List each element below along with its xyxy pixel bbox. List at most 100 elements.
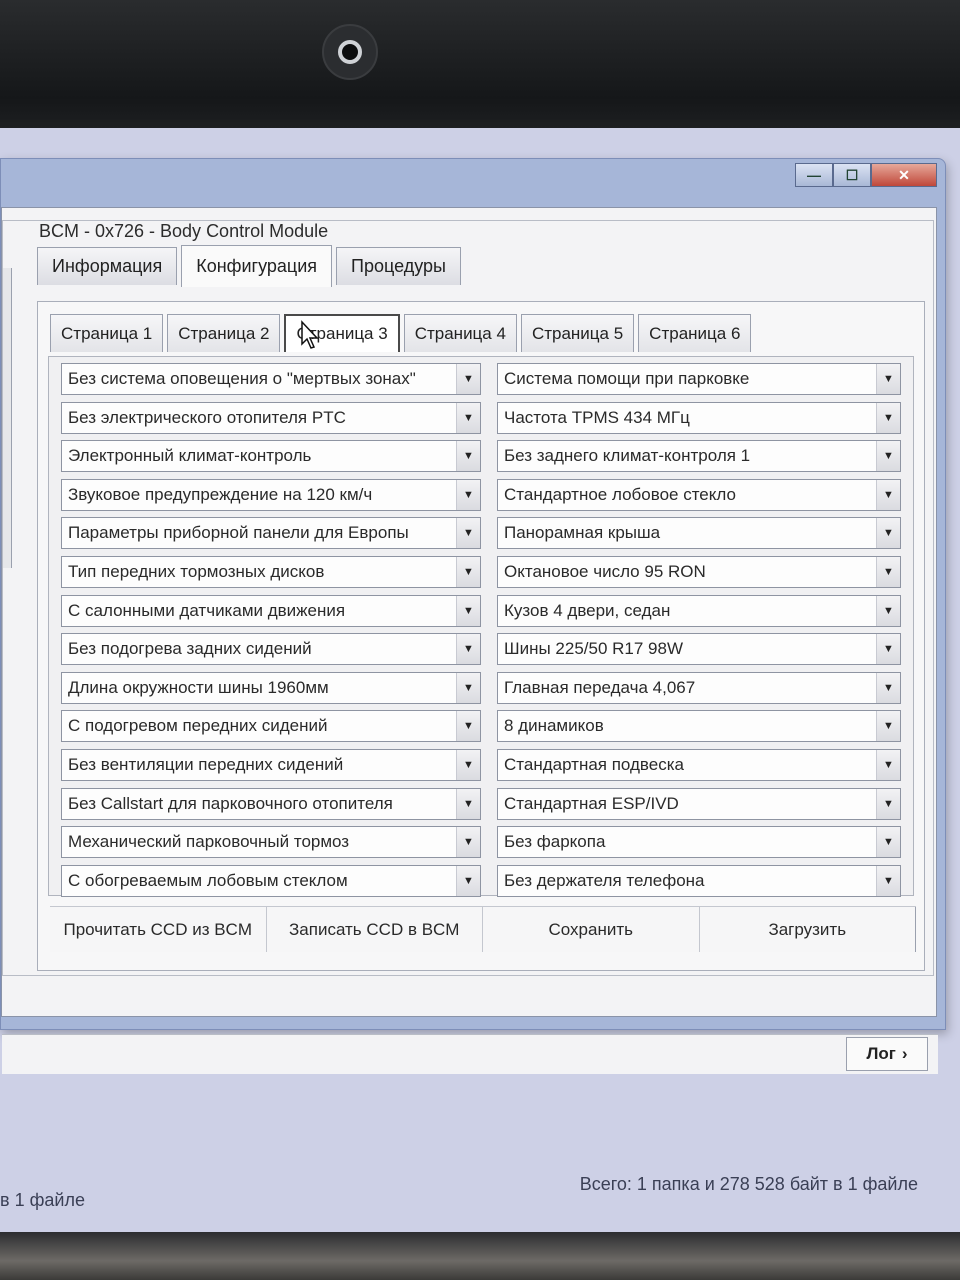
- right-combo-9[interactable]: Главная передача 4,067 ▼: [497, 671, 901, 704]
- left-combo-5[interactable]: Параметры приборной панели для Европы ▼: [61, 517, 481, 550]
- left-combo-8[interactable]: Без подогрева задних сидений ▼: [61, 633, 481, 666]
- tab-procedures[interactable]: Процедуры: [336, 247, 461, 285]
- webcam: [322, 24, 378, 80]
- write-ccd-button[interactable]: Записать CCD в BCM: [266, 907, 483, 952]
- right-combo-1[interactable]: Система помощи при парковке ▼: [497, 363, 901, 395]
- left-combo-14[interactable]: С обогреваемым лобовым стеклом ▼: [61, 864, 481, 897]
- right-combo-value: Октановое число 95 RON: [504, 561, 706, 581]
- right-combo-value: Частота TPMS 434 МГц: [504, 407, 690, 427]
- dropdown-arrow-icon[interactable]: ▼: [876, 672, 900, 703]
- left-combo-value: С подогревом передних сидений: [68, 716, 328, 736]
- main-tab-strip: Информация Конфигурация Процедуры: [37, 245, 465, 287]
- left-combo-value: Тип передних тормозных дисков: [68, 561, 325, 581]
- tab-page-1[interactable]: Страница 1: [50, 314, 164, 352]
- dropdown-arrow-icon[interactable]: ▼: [456, 518, 480, 549]
- right-combo-10[interactable]: 8 динамиков ▼: [497, 710, 901, 743]
- left-combo-2[interactable]: Без электрического отопителя PTC ▼: [61, 401, 481, 434]
- dropdown-arrow-icon[interactable]: ▼: [876, 518, 900, 549]
- right-combo-4[interactable]: Стандартное лобовое стекло ▼: [497, 478, 901, 511]
- dropdown-arrow-icon[interactable]: ▼: [876, 595, 900, 626]
- dropdown-arrow-icon[interactable]: ▼: [876, 364, 900, 394]
- right-combo-5[interactable]: Панорамная крыша ▼: [497, 517, 901, 550]
- minimize-button[interactable]: —: [795, 163, 833, 187]
- dropdown-arrow-icon[interactable]: ▼: [876, 711, 900, 742]
- window-client-area: BCM - 0x726 - Body Control Module Информ…: [1, 207, 938, 1074]
- right-combo-3[interactable]: Без заднего климат-контроля 1 ▼: [497, 440, 901, 473]
- dropdown-arrow-icon[interactable]: ▼: [456, 672, 480, 703]
- left-combo-1[interactable]: Без система оповещения о "мертвых зонах"…: [61, 363, 481, 395]
- log-label: Лог: [866, 1044, 896, 1063]
- dropdown-arrow-icon[interactable]: ▼: [456, 788, 480, 819]
- right-combo-2[interactable]: Частота TPMS 434 МГц ▼: [497, 401, 901, 434]
- left-combo-value: С обогреваемым лобовым стеклом: [68, 870, 348, 890]
- maximize-button[interactable]: ☐: [833, 163, 871, 187]
- dropdown-arrow-icon[interactable]: ▼: [456, 479, 480, 510]
- load-button[interactable]: Загрузить: [699, 907, 916, 952]
- right-combo-value: Шины 225/50 R17 98W: [504, 639, 683, 659]
- explorer-status-bar: в 1 файле Всего: 1 папка и 278 528 байт …: [0, 1170, 960, 1210]
- close-button[interactable]: ✕: [871, 163, 937, 187]
- left-fields-column: Без система оповещения о "мертвых зонах"…: [61, 363, 481, 903]
- dropdown-arrow-icon[interactable]: ▼: [876, 749, 900, 780]
- mouse-cursor-icon: [301, 320, 320, 349]
- tab-page-4[interactable]: Страница 4: [403, 314, 517, 352]
- dropdown-arrow-icon[interactable]: ▼: [456, 865, 480, 896]
- right-combo-13[interactable]: Без фаркопа ▼: [497, 826, 901, 859]
- left-combo-value: Без вентиляции передних сидений: [68, 754, 344, 774]
- left-combo-value: Без система оповещения о "мертвых зонах": [68, 369, 416, 388]
- left-combo-10[interactable]: С подогревом передних сидений ▼: [61, 710, 481, 743]
- dropdown-arrow-icon[interactable]: ▼: [456, 711, 480, 742]
- tab-information[interactable]: Информация: [37, 247, 178, 285]
- module-title: BCM - 0x726 - Body Control Module: [33, 221, 335, 242]
- dropdown-arrow-icon[interactable]: ▼: [456, 402, 480, 433]
- dropdown-arrow-icon[interactable]: ▼: [456, 556, 480, 587]
- dropdown-arrow-icon[interactable]: ▼: [876, 479, 900, 510]
- tab-page-3[interactable]: Страница 3: [284, 314, 400, 352]
- right-combo-value: 8 динамиков: [504, 716, 604, 736]
- dropdown-arrow-icon[interactable]: ▼: [876, 441, 900, 472]
- left-combo-3[interactable]: Электронный климат-контроль ▼: [61, 440, 481, 473]
- left-combo-6[interactable]: Тип передних тормозных дисков ▼: [61, 555, 481, 588]
- dropdown-arrow-icon[interactable]: ▼: [456, 595, 480, 626]
- right-combo-11[interactable]: Стандартная подвеска ▼: [497, 748, 901, 781]
- left-combo-value: Электронный климат-контроль: [68, 446, 312, 466]
- dropdown-arrow-icon[interactable]: ▼: [876, 402, 900, 433]
- right-combo-12[interactable]: Стандартная ESP/IVD ▼: [497, 787, 901, 820]
- left-combo-9[interactable]: Длина окружности шины 1960мм ▼: [61, 671, 481, 704]
- left-combo-4[interactable]: Звуковое предупреждение на 120 км/ч ▼: [61, 478, 481, 511]
- dropdown-arrow-icon[interactable]: ▼: [456, 827, 480, 858]
- left-combo-11[interactable]: Без вентиляции передних сидений ▼: [61, 748, 481, 781]
- dropdown-arrow-icon[interactable]: ▼: [456, 749, 480, 780]
- log-bar: Лог ›: [2, 1034, 938, 1074]
- right-combo-value: Главная передача 4,067: [504, 677, 696, 697]
- tab-page-5[interactable]: Страница 5: [520, 314, 635, 352]
- tab-page-6[interactable]: Страница 6: [638, 314, 752, 352]
- right-combo-value: Без заднего климат-контроля 1: [504, 446, 751, 466]
- right-combo-8[interactable]: Шины 225/50 R17 98W ▼: [497, 633, 901, 666]
- dropdown-arrow-icon[interactable]: ▼: [876, 788, 900, 819]
- left-combo-12[interactable]: Без Callstart для парковочного отопителя…: [61, 787, 481, 820]
- log-button[interactable]: Лог ›: [846, 1037, 928, 1071]
- window-controls: — ☐ ✕: [795, 163, 937, 187]
- left-combo-13[interactable]: Механический парковочный тормоз ▼: [61, 826, 481, 859]
- dropdown-arrow-icon[interactable]: ▼: [456, 364, 480, 394]
- dropdown-arrow-icon[interactable]: ▼: [876, 556, 900, 587]
- save-button[interactable]: Сохранить: [483, 907, 700, 952]
- right-combo-value: Кузов 4 двери, седан: [504, 600, 671, 620]
- left-combo-7[interactable]: С салонными датчиками движения ▼: [61, 594, 481, 627]
- action-bar: Прочитать CCD из BCM Записать CCD в BCM …: [50, 906, 916, 952]
- right-combo-14[interactable]: Без держателя телефона ▼: [497, 864, 901, 897]
- dropdown-arrow-icon[interactable]: ▼: [876, 634, 900, 665]
- left-combo-value: Без подогрева задних сидений: [68, 639, 312, 659]
- left-combo-value: Механический парковочный тормоз: [68, 832, 350, 852]
- dropdown-arrow-icon[interactable]: ▼: [456, 634, 480, 665]
- tab-configuration[interactable]: Конфигурация: [181, 245, 333, 287]
- tab-page-2[interactable]: Страница 2: [167, 314, 281, 352]
- right-combo-value: Система помощи при парковке: [504, 369, 750, 388]
- dropdown-arrow-icon[interactable]: ▼: [456, 441, 480, 472]
- read-ccd-button[interactable]: Прочитать CCD из BCM: [50, 907, 267, 952]
- dropdown-arrow-icon[interactable]: ▼: [876, 827, 900, 858]
- right-combo-6[interactable]: Октановое число 95 RON ▼: [497, 555, 901, 588]
- right-combo-7[interactable]: Кузов 4 двери, седан ▼: [497, 594, 901, 627]
- dropdown-arrow-icon[interactable]: ▼: [876, 865, 900, 896]
